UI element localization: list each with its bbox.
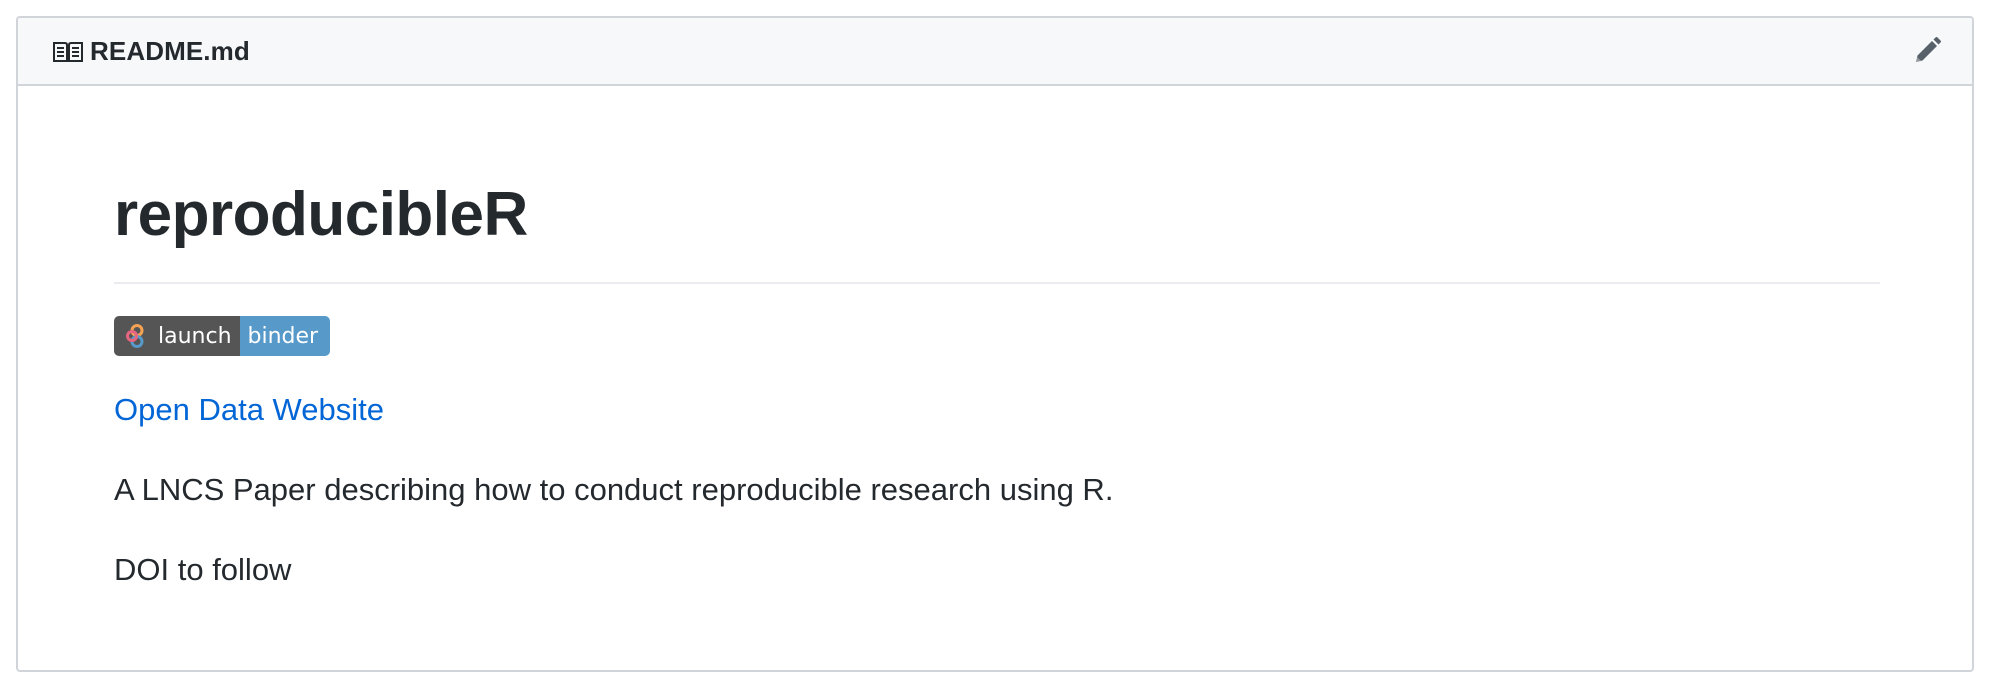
badge-right-section: binder bbox=[239, 316, 331, 356]
open-data-website-link[interactable]: Open Data Website bbox=[114, 392, 384, 428]
doi-paragraph: DOI to follow bbox=[114, 552, 292, 587]
badge-binder-label: binder bbox=[247, 323, 319, 349]
readme-title: reproducibleR bbox=[114, 180, 528, 249]
book-icon bbox=[52, 40, 84, 64]
readme-filename: README.md bbox=[90, 35, 250, 66]
badge-left-section: launch bbox=[114, 316, 240, 356]
pencil-icon[interactable] bbox=[1912, 36, 1942, 66]
launch-binder-badge[interactable]: launch binder bbox=[114, 316, 331, 356]
binder-logo-icon bbox=[126, 324, 144, 348]
readme-panel: README.md reproducibleR launch binder Op… bbox=[16, 16, 1974, 672]
readme-header: README.md bbox=[18, 18, 1972, 86]
badge-launch-label: launch bbox=[158, 323, 232, 349]
title-divider bbox=[114, 282, 1880, 284]
description-paragraph: A LNCS Paper describing how to conduct r… bbox=[114, 472, 1114, 507]
